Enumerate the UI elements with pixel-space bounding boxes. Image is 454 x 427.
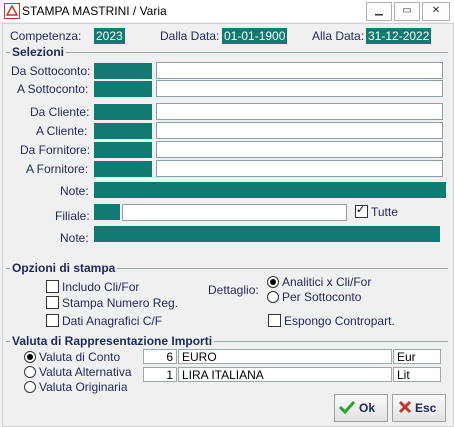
tutte-checkbox[interactable]	[355, 203, 368, 218]
tutte-label: Tutte	[371, 205, 398, 219]
espongo-label: Espongo Contropart.	[284, 314, 395, 328]
note1-label: Note:	[60, 184, 89, 198]
valuta-alternativa-label: Valuta Alternativa	[39, 365, 132, 379]
dalla-data-field[interactable]: 01-01-1900	[222, 28, 288, 44]
includo-label: Includo Cli/For	[62, 280, 140, 294]
da-cliente-code[interactable]	[94, 104, 152, 120]
valuta-conto-symbol[interactable]: Eur	[393, 349, 441, 364]
esc-label: Esc	[415, 401, 437, 415]
cross-icon	[398, 400, 412, 417]
selezioni-divider	[6, 52, 448, 53]
valuta-conto-label: Valuta di Conto	[39, 350, 121, 364]
window-title: STAMPA MASTRINI / Varia	[22, 4, 167, 18]
analitici-label: Analitici x Cli/For	[282, 275, 372, 289]
valuta-originaria-label: Valuta Originaria	[39, 380, 128, 394]
da-fornitore-code[interactable]	[94, 142, 152, 158]
da-cliente-desc[interactable]	[156, 103, 443, 120]
da-sottoconto-label: Da Sottoconto:	[11, 64, 91, 78]
per-sottoconto-label: Per Sottoconto	[282, 290, 362, 304]
includo-checkbox[interactable]	[46, 280, 59, 293]
da-cliente-label: Da Cliente:	[30, 105, 90, 119]
ok-label: Ok	[359, 401, 376, 415]
a-sottoconto-label: A Sottoconto:	[17, 82, 89, 96]
valuta-conto-radio[interactable]	[24, 351, 36, 363]
dati-anagrafici-label: Dati Anagrafici C/F	[62, 314, 163, 328]
close-icon: ✕	[431, 5, 441, 16]
alla-data-label: Alla Data:	[312, 29, 365, 43]
a-fornitore-desc[interactable]	[156, 160, 443, 177]
stampa-numero-checkbox[interactable]	[46, 296, 59, 309]
analitici-radio[interactable]	[267, 276, 279, 288]
selezioni-title: Selezioni	[10, 45, 67, 59]
filiale-desc[interactable]	[122, 204, 347, 221]
filiale-code[interactable]	[94, 204, 120, 220]
filiale-label: Filiale:	[55, 209, 90, 223]
a-cliente-label: A Cliente:	[36, 124, 88, 138]
a-fornitore-code[interactable]	[94, 161, 152, 177]
restore-icon: ▭	[402, 5, 412, 16]
dettaglio-label: Dettaglio:	[208, 283, 259, 297]
esc-button[interactable]: Esc	[392, 394, 446, 422]
valuta-conto-name[interactable]: EURO	[178, 349, 392, 364]
alla-data-field[interactable]: 31-12-2022	[366, 28, 432, 44]
note2-field[interactable]	[94, 226, 440, 242]
note1-field[interactable]	[94, 182, 446, 198]
valuta-conto-code[interactable]: 6	[143, 349, 177, 364]
da-fornitore-label: Da Fornitore:	[20, 143, 91, 157]
dalla-data-label: Dalla Data:	[160, 29, 220, 43]
minimize-button[interactable]: ▁	[366, 2, 392, 21]
a-fornitore-label: A Fornitore:	[26, 162, 89, 176]
valuta-alternativa-code[interactable]: 1	[143, 367, 177, 382]
valuta-title: Valuta di Rappresentazione Importi	[10, 334, 215, 348]
da-sottoconto-desc[interactable]	[156, 62, 443, 79]
checkmark-icon	[338, 400, 356, 417]
a-cliente-desc[interactable]	[156, 122, 443, 139]
espongo-checkbox[interactable]	[268, 314, 281, 327]
note2-label: Note:	[60, 231, 89, 245]
a-sottoconto-desc[interactable]	[156, 80, 443, 97]
valuta-originaria-radio[interactable]	[24, 381, 36, 393]
valuta-alternativa-radio[interactable]	[24, 366, 36, 378]
da-fornitore-desc[interactable]	[156, 141, 443, 158]
a-sottoconto-code[interactable]	[94, 81, 152, 97]
competenza-field[interactable]: 2023	[94, 28, 125, 44]
per-sottoconto-radio[interactable]	[267, 291, 279, 303]
close-button[interactable]: ✕	[422, 2, 450, 21]
valuta-alternativa-symbol[interactable]: Lit	[393, 367, 441, 382]
dati-anagrafici-checkbox[interactable]	[46, 314, 59, 327]
stampa-numero-label: Stampa Numero Reg.	[62, 296, 179, 310]
opzioni-title: Opzioni di stampa	[10, 261, 118, 275]
minimize-icon: ▁	[375, 5, 383, 16]
competenza-label: Competenza:	[10, 29, 82, 43]
valuta-alternativa-name[interactable]: LIRA ITALIANA	[178, 367, 392, 382]
da-sottoconto-code[interactable]	[94, 63, 152, 79]
app-icon	[4, 3, 20, 19]
a-cliente-code[interactable]	[94, 123, 152, 139]
maximize-button[interactable]: ▭	[394, 2, 420, 21]
ok-button[interactable]: Ok	[334, 394, 388, 422]
